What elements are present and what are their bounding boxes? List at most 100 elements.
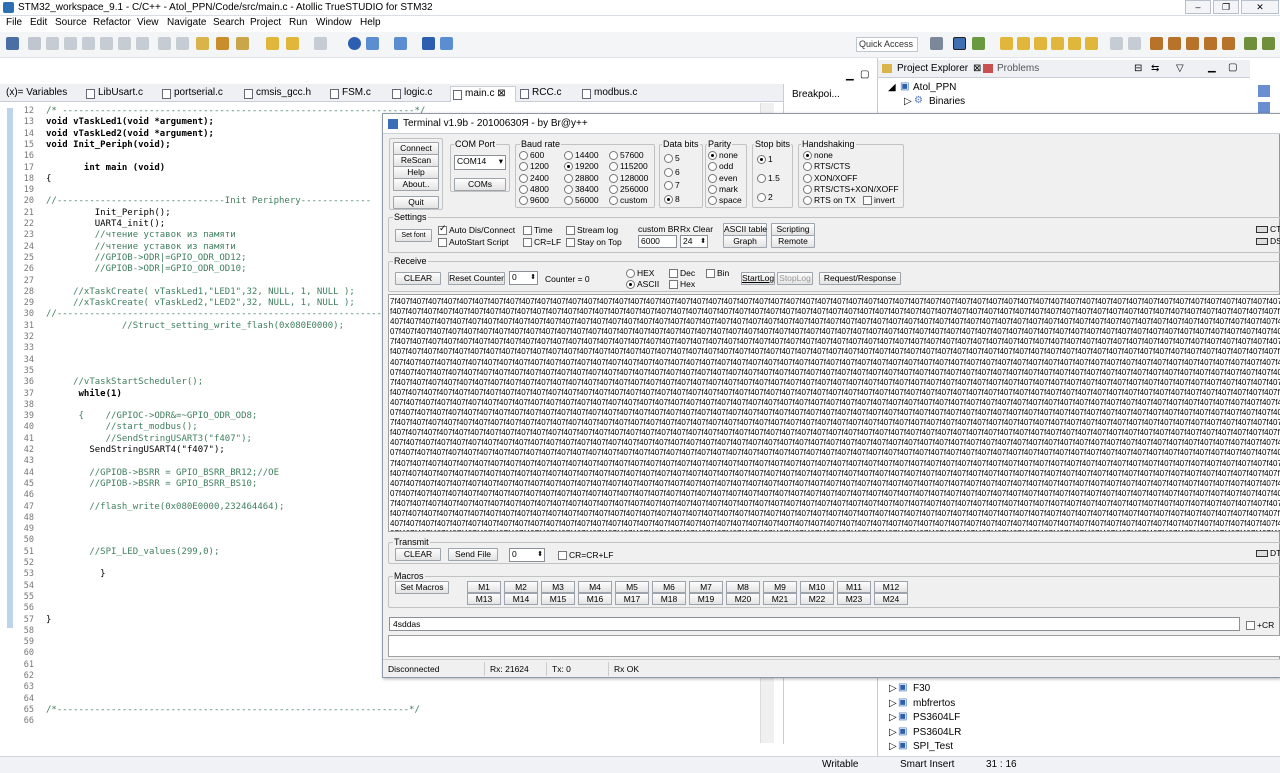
transmit-area[interactable] [388,635,1280,657]
tree-expand-icon[interactable]: ▷ [889,741,897,752]
info-icon[interactable] [348,37,361,50]
menu-edit[interactable]: Edit [30,17,47,28]
pause-icon[interactable] [46,37,59,50]
hex-radio[interactable]: HEX [626,268,654,278]
tools-icon[interactable] [236,37,249,50]
menu-source[interactable]: Source [55,17,87,28]
close-button[interactable]: ✕ [1241,0,1279,14]
hammer4-icon[interactable] [1204,37,1217,50]
baud-radio-14400[interactable]: 14400 [564,150,599,160]
collapse-all-icon[interactable]: ⊟ [1134,63,1142,74]
transmit-clear-button[interactable]: CLEAR [395,548,441,561]
baud-radio-9600[interactable]: 9600 [519,195,549,206]
hex-checkbox[interactable]: Hex [669,279,695,289]
edit-icon[interactable] [196,37,209,50]
tree-expand-icon[interactable]: ▷ [904,96,912,107]
tree-expand-icon[interactable]: ▷ [889,712,897,723]
macro-button-m5[interactable]: M5 [615,581,649,593]
data-bits-radio-6[interactable]: 6 [664,167,680,177]
external-icon[interactable] [440,37,453,50]
tab-modbus[interactable]: modbus.c [580,86,637,102]
tab-main[interactable]: main.c ⊠ [450,86,516,102]
handshaking-radio-2[interactable]: XON/XOFF [803,173,857,183]
com-port-select[interactable]: COM14 ▾ [454,155,506,170]
menu-search[interactable]: Search [213,17,245,28]
time-checkbox[interactable]: Time [523,225,553,235]
macro-button-m2[interactable]: M2 [504,581,538,593]
menu-navigate[interactable]: Navigate [167,17,206,28]
build-icon[interactable] [216,37,229,50]
tree-item-project[interactable]: F30 [913,683,930,694]
stream-log-checkbox[interactable]: Stream log [566,225,618,235]
macro-button-m6[interactable]: M6 [652,581,686,593]
macro-button-m8[interactable]: M8 [726,581,760,593]
stop-bits-radio-2[interactable]: 2 [757,192,773,202]
view-maximize-icon[interactable]: ▢ [1228,62,1237,73]
baud-radio-56000[interactable]: 56000 [564,195,599,206]
parity-radio-space[interactable]: space [708,195,742,206]
baud-radio-256000[interactable]: 256000 [609,184,648,194]
cpp-perspective-icon[interactable] [953,37,966,50]
baud-radio-custom[interactable]: custom [609,195,647,206]
baud-radio-28800[interactable]: 28800 [564,173,599,183]
tab-libusart[interactable]: LibUsart.c [84,86,143,102]
set-font-button[interactable]: Set font [395,229,432,242]
baud-radio-38400[interactable]: 38400 [564,184,599,194]
auto-disconnect-checkbox[interactable]: Auto Dis/Connect [438,223,515,235]
quit-button[interactable]: Quit [393,196,439,209]
format-icon[interactable] [158,37,171,50]
layout-icon[interactable] [366,37,379,50]
gear-icon[interactable] [1244,37,1257,50]
tab-project-explorer[interactable]: Project Explorer [897,63,968,74]
tree-expand-icon[interactable]: ▷ [889,698,897,709]
macro-button-m7[interactable]: M7 [689,581,723,593]
tree-expand-icon[interactable]: ▷ [889,683,897,694]
step-over-icon[interactable] [118,37,131,50]
macro-button-m22[interactable]: M22 [800,593,834,605]
window-icon[interactable] [1110,37,1123,50]
step-into-icon[interactable] [100,37,113,50]
macro-button-m19[interactable]: M19 [689,593,723,605]
tree-item-project[interactable]: Atol_PPN [913,82,956,93]
receive-output[interactable]: 7f407f407f407f407f407f407f407f407f407f40… [388,294,1280,532]
data-bits-radio-7[interactable]: 7 [664,180,680,190]
parity-radio-mark[interactable]: mark [708,184,738,194]
data-bits-radio-5[interactable]: 5 [664,153,680,163]
ascii-radio[interactable]: ASCII [626,279,659,289]
tree-item-project[interactable]: PS3604LR [913,727,961,738]
menu-refactor[interactable]: Refactor [93,17,131,28]
remote-button[interactable]: Remote [771,235,815,248]
perspective-icon[interactable] [930,37,943,50]
macro-button-m10[interactable]: M10 [800,581,834,593]
tree-item-project[interactable]: SPI_Test [913,741,953,752]
view-menu-icon[interactable]: ▽ [1176,63,1184,74]
macro-button-m17[interactable]: M17 [615,593,649,605]
macro-button-m9[interactable]: M9 [763,581,797,593]
baud-radio-115200[interactable]: 115200 [609,161,648,172]
parity-radio-even[interactable]: even [708,173,737,183]
data-bits-radio-8[interactable]: 8 [664,194,680,204]
handshaking-radio-4[interactable]: RTS on TX [803,195,856,206]
menu-file[interactable]: File [6,17,22,28]
close-tab-icon[interactable]: ⊠ [497,88,505,99]
hammer5-icon[interactable] [1222,37,1235,50]
handshaking-radio-0[interactable]: none [803,150,833,160]
tab-cmsis-gcc[interactable]: cmsis_gcc.h [242,86,311,102]
send-file-button[interactable]: Send File [448,548,498,561]
autostart-script-checkbox[interactable]: AutoStart Script [438,237,509,247]
request-response-button[interactable]: Request/Response [819,272,901,285]
tab-rcc[interactable]: RCC.c [518,86,561,102]
stay-on-top-checkbox[interactable]: Stay on Top [566,237,622,247]
dec-checkbox[interactable]: Dec [669,268,695,278]
menu-view[interactable]: View [137,17,159,28]
baud-radio-600[interactable]: 600 [519,150,544,160]
project-expand-icon[interactable]: ◢ [888,82,896,93]
graph-button[interactable]: Graph [723,235,767,248]
macro-button-m20[interactable]: M20 [726,593,760,605]
menu-run[interactable]: Run [289,17,307,28]
menu-help[interactable]: Help [360,17,381,28]
new-source-icon[interactable] [1068,37,1081,50]
prev-icon[interactable] [286,37,299,50]
console-icon[interactable] [1128,37,1141,50]
link-editor-icon[interactable]: ⇆ [1151,63,1159,74]
